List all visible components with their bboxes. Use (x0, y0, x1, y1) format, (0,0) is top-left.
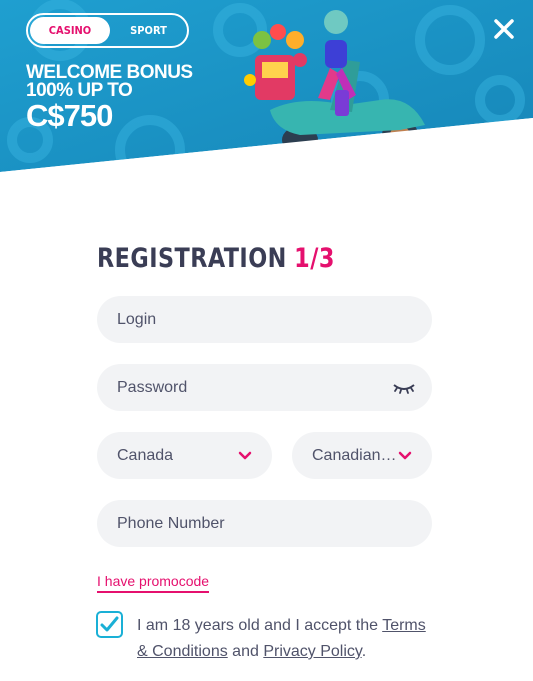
promo-banner: CASINO SPORT WELCOME BONUS 100% UP TO C$… (0, 0, 533, 175)
chevron-down-icon (238, 451, 252, 459)
country-value: Canada (117, 446, 174, 464)
registration-step: 1/3 (294, 243, 335, 274)
country-select[interactable]: Canada (97, 432, 272, 479)
currency-select[interactable]: Canadian… (292, 432, 432, 479)
password-field[interactable] (97, 364, 432, 411)
login-input[interactable] (117, 310, 412, 329)
eye-closed-icon[interactable] (392, 379, 416, 397)
checkmark-icon (100, 616, 119, 632)
close-icon[interactable] (493, 18, 515, 40)
promocode-link[interactable]: I have promocode (97, 573, 210, 593)
terms-prefix: I am 18 years old and I accept the (137, 617, 383, 634)
terms-text: I am 18 years old and I accept the Terms… (137, 613, 437, 665)
registration-title: REGISTRATION 1/3 (97, 243, 335, 274)
age-terms-checkbox[interactable] (96, 611, 123, 638)
tab-sport[interactable]: SPORT (112, 17, 185, 44)
chevron-down-icon (398, 451, 412, 459)
casino-sport-toggle: CASINO SPORT (26, 13, 189, 48)
welcome-bonus-text: WELCOME BONUS 100% UP TO C$750 (26, 63, 193, 134)
registration-title-text: REGISTRATION (97, 243, 287, 274)
terms-suffix: . (361, 643, 367, 660)
phone-field[interactable] (97, 500, 432, 547)
privacy-link[interactable]: Privacy Policy (263, 643, 361, 660)
login-field[interactable] (97, 296, 432, 343)
terms-middle: and (227, 643, 264, 660)
welcome-line-3: C$750 (26, 98, 113, 134)
tab-casino[interactable]: CASINO (30, 17, 110, 44)
password-input[interactable] (117, 378, 412, 397)
currency-value: Canadian… (312, 446, 397, 464)
phone-input[interactable] (117, 514, 412, 533)
